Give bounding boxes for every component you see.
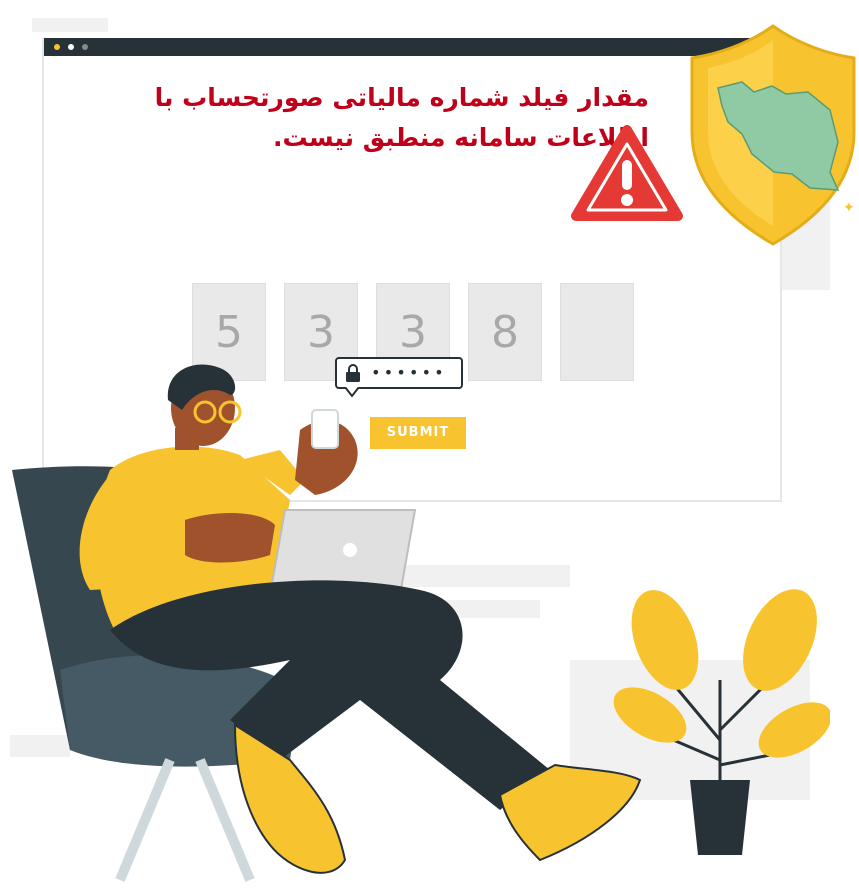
- browser-title-bar: [44, 38, 780, 56]
- window-dot-white: [68, 44, 74, 50]
- laptop-logo: [343, 543, 357, 557]
- person-illustration: [12, 364, 642, 882]
- hand-on-laptop: [185, 513, 275, 563]
- leaf: [631, 590, 699, 690]
- phone: [311, 409, 339, 449]
- error-message-line1: مقدار فیلد شماره مالیاتی صورتحساب با: [154, 83, 649, 112]
- leaf: [743, 589, 817, 691]
- shield-icon: ✦: [690, 24, 856, 246]
- window-dot-gray: [82, 44, 88, 50]
- illustration-scene: مقدار فیلد شماره مالیاتی صورتحساب با اطل…: [0, 0, 859, 891]
- svg-text:✦: ✦: [843, 200, 855, 216]
- plant-illustration: [613, 589, 830, 855]
- pot: [690, 780, 750, 855]
- window-dot-yellow: [54, 44, 60, 50]
- chair-leg: [115, 758, 255, 882]
- warning-triangle-icon: [571, 125, 683, 221]
- background-panel-top: [32, 18, 108, 32]
